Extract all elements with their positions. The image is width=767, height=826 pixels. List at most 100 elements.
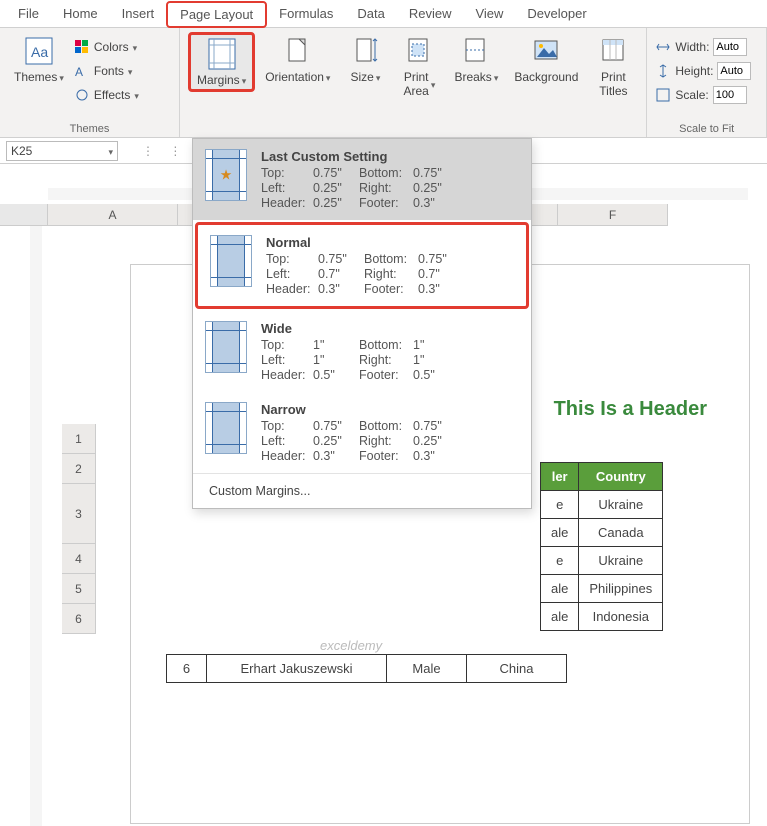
chevron-down-icon	[128, 64, 133, 78]
fonts-button[interactable]: A Fonts	[74, 60, 139, 82]
svg-text:A: A	[75, 65, 83, 78]
table-header-row: ler Country	[541, 463, 663, 491]
colors-button[interactable]: Colors	[74, 36, 139, 58]
group-scale-to-fit: Width: Height: Scale: Scale to Fit	[647, 28, 767, 137]
width-icon	[655, 39, 671, 55]
print-area-icon	[402, 34, 436, 68]
height-input[interactable]	[717, 62, 751, 80]
row-header[interactable]: 1	[62, 424, 96, 454]
print-titles-label: Print Titles	[599, 70, 627, 98]
vertical-ruler	[30, 226, 42, 826]
tab-page-layout[interactable]: Page Layout	[166, 1, 267, 28]
table-cell[interactable]: Ukraine	[579, 491, 663, 519]
data-table: ler Country eUkraine aleCanada eUkraine …	[540, 462, 663, 631]
effects-icon	[74, 87, 90, 103]
margins-option-title: Normal	[266, 235, 514, 250]
fonts-icon: A	[74, 63, 90, 79]
margins-option-title: Narrow	[261, 402, 519, 417]
group-scale-label: Scale to Fit	[655, 121, 758, 135]
page-header-text[interactable]: This Is a Header	[554, 398, 707, 421]
table-cell[interactable]: e	[541, 547, 579, 575]
row-header[interactable]: 3	[62, 484, 96, 544]
group-page-setup: Margins Orientation Size Print Area Brea…	[180, 28, 647, 137]
scale-row[interactable]: Scale:	[655, 84, 746, 106]
table-row: aleCanada	[541, 519, 663, 547]
table-header[interactable]: ler	[541, 463, 579, 491]
name-box-value: K25	[11, 144, 32, 158]
themes-button[interactable]: Aa Themes	[8, 32, 70, 86]
themes-label: Themes	[14, 70, 57, 84]
breaks-button[interactable]: Breaks	[448, 32, 504, 86]
row-header[interactable]: 6	[62, 604, 96, 634]
scale-label: Scale:	[675, 88, 708, 102]
margins-option-title: Wide	[261, 321, 519, 336]
margins-option-info: NarrowTop:0.75"Bottom:0.75"Left:0.25"Rig…	[261, 402, 519, 463]
chevron-down-icon	[242, 73, 247, 87]
orientation-label: Orientation	[265, 70, 324, 84]
table-cell[interactable]: 6	[167, 655, 207, 683]
table-cell[interactable]: Ukraine	[579, 547, 663, 575]
height-row[interactable]: Height:	[655, 60, 751, 82]
chevron-down-icon	[494, 70, 499, 84]
orientation-button[interactable]: Orientation	[259, 32, 336, 86]
background-icon	[529, 34, 563, 68]
margins-button[interactable]: Margins	[188, 32, 255, 92]
chevron-down-icon	[134, 88, 139, 102]
tab-insert[interactable]: Insert	[110, 2, 167, 25]
table-cell[interactable]: Indonesia	[579, 603, 663, 631]
colors-icon	[74, 39, 90, 55]
row-header[interactable]: 2	[62, 454, 96, 484]
width-label: Width:	[675, 40, 709, 54]
table-cell[interactable]: ale	[541, 603, 579, 631]
size-button[interactable]: Size	[340, 32, 390, 86]
row-headers: 1 2 3 4 5 6	[48, 424, 82, 634]
table-header[interactable]: Country	[579, 463, 663, 491]
height-label: Height:	[675, 64, 713, 78]
background-button[interactable]: Background	[508, 32, 584, 86]
margins-preview-icon: ★	[205, 149, 247, 201]
table-cell[interactable]: China	[467, 655, 567, 683]
chevron-down-icon	[133, 40, 138, 54]
effects-button[interactable]: Effects	[74, 84, 139, 106]
print-area-button[interactable]: Print Area	[394, 32, 444, 100]
col-header-a[interactable]: A	[48, 204, 178, 226]
width-input[interactable]	[713, 38, 747, 56]
margins-preview-icon	[210, 235, 252, 287]
margins-icon	[205, 37, 239, 71]
col-header-f[interactable]: F	[558, 204, 668, 226]
tab-home[interactable]: Home	[51, 2, 110, 25]
scale-input[interactable]	[713, 86, 747, 104]
chevron-down-icon	[376, 70, 381, 84]
tab-view[interactable]: View	[463, 2, 515, 25]
margins-option-narrow[interactable]: NarrowTop:0.75"Bottom:0.75"Left:0.25"Rig…	[193, 392, 531, 473]
size-label: Size	[351, 70, 374, 84]
data-table-bottom: 6 Erhart Jakuszewski Male China	[166, 654, 567, 683]
table-cell[interactable]: ale	[541, 519, 579, 547]
tab-formulas[interactable]: Formulas	[267, 2, 345, 25]
table-cell[interactable]: Canada	[579, 519, 663, 547]
margins-option-info: Last Custom SettingTop:0.75"Bottom:0.75"…	[261, 149, 519, 210]
table-cell[interactable]: Philippines	[579, 575, 663, 603]
row-header[interactable]: 4	[62, 544, 96, 574]
name-box[interactable]: K25	[6, 141, 118, 161]
table-cell[interactable]: Male	[387, 655, 467, 683]
margins-option-wide[interactable]: WideTop:1"Bottom:1"Left:1"Right:1"Header…	[193, 311, 531, 392]
width-row[interactable]: Width:	[655, 36, 747, 58]
tab-data[interactable]: Data	[345, 2, 396, 25]
table-cell[interactable]: ale	[541, 575, 579, 603]
print-titles-button[interactable]: Print Titles	[588, 32, 638, 100]
tab-developer[interactable]: Developer	[515, 2, 598, 25]
table-cell[interactable]: e	[541, 491, 579, 519]
row-header[interactable]: 5	[62, 574, 96, 604]
margins-option-info: WideTop:1"Bottom:1"Left:1"Right:1"Header…	[261, 321, 519, 382]
table-cell[interactable]: Erhart Jakuszewski	[207, 655, 387, 683]
margins-option-normal[interactable]: NormalTop:0.75"Bottom:0.75"Left:0.7"Righ…	[195, 222, 529, 309]
margins-option-title: Last Custom Setting	[261, 149, 519, 164]
margins-preview-icon	[205, 402, 247, 454]
tab-file[interactable]: File	[6, 2, 51, 25]
tab-review[interactable]: Review	[397, 2, 464, 25]
table-row: aleIndonesia	[541, 603, 663, 631]
custom-margins-item[interactable]: Custom Margins...	[193, 473, 531, 508]
select-all-corner[interactable]	[0, 204, 48, 226]
margins-option-last-custom-setting[interactable]: ★ Last Custom SettingTop:0.75"Bottom:0.75…	[193, 139, 531, 220]
